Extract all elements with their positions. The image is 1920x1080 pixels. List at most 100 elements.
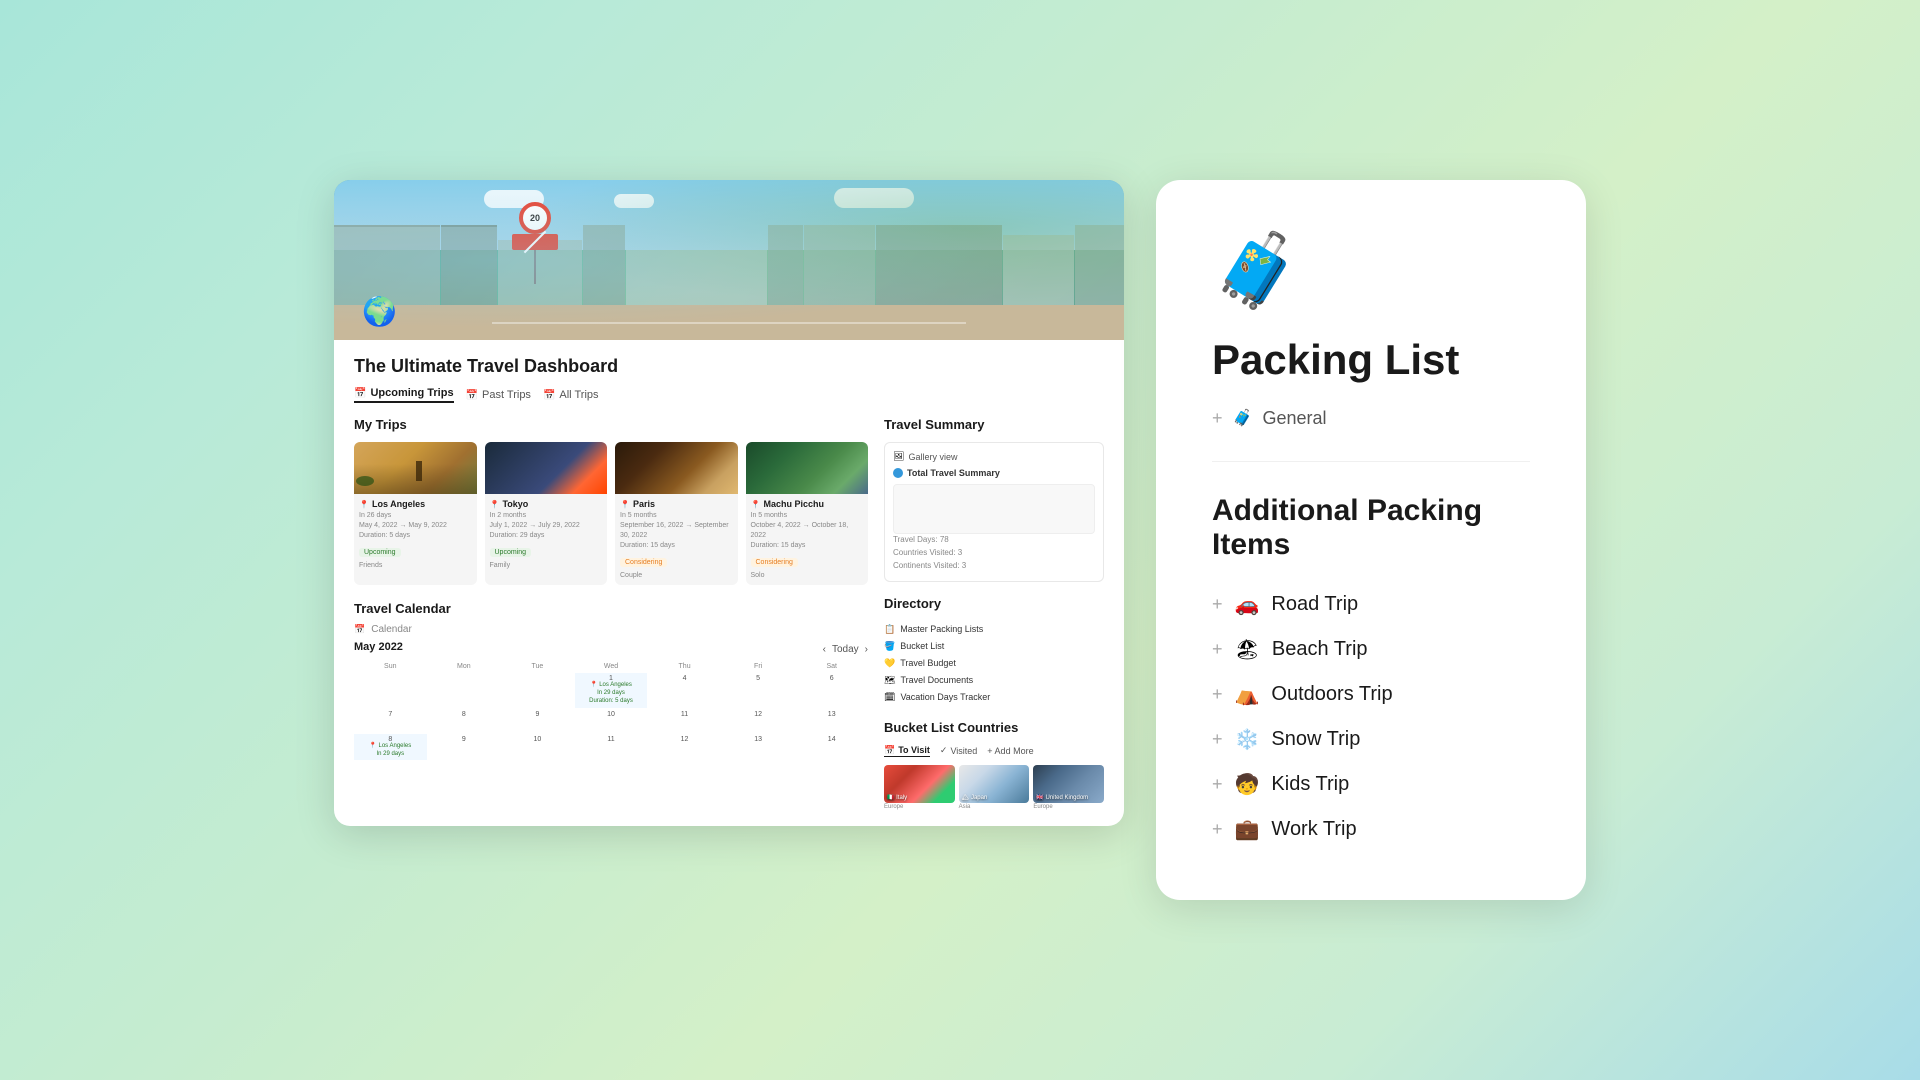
- cal-day-11[interactable]: 11: [648, 709, 721, 733]
- stat-days: Travel Days: 78: [893, 534, 1095, 547]
- la-meta-3: Duration: 5 days: [359, 531, 472, 541]
- cal-day-14[interactable]: 14: [795, 734, 868, 761]
- general-label: General: [1262, 408, 1326, 429]
- machu-companions: Solo: [751, 571, 864, 581]
- cal-today[interactable]: Today: [832, 644, 859, 655]
- packing-item-snow[interactable]: + ❄️ Snow Trip: [1212, 717, 1530, 762]
- hero-overlay: [334, 180, 1124, 340]
- general-plus: +: [1212, 408, 1223, 429]
- tab-upcoming[interactable]: 📅 Upcoming Trips: [354, 387, 454, 403]
- trip-info-la: 📍 Los Angeles In 26 days May 4, 2022 → M…: [354, 494, 477, 575]
- cal-day-8b[interactable]: 8 📍 Los AngelesIn 29 days: [354, 734, 427, 761]
- bucket-tab-visited[interactable]: ✓ Visited: [940, 745, 977, 757]
- left-column: My Trips �: [354, 417, 868, 809]
- budget-icon: 💛: [884, 658, 895, 669]
- dir-item-docs[interactable]: 🗺 Travel Documents: [884, 672, 1104, 689]
- paris-pin: 📍: [620, 500, 630, 509]
- packing-item-beach[interactable]: + 🏖 Beach Trip: [1212, 627, 1530, 672]
- cal-day-5[interactable]: 5: [722, 673, 795, 707]
- trips-tabs[interactable]: 📅 Upcoming Trips 📅 Past Trips 📅 All Trip…: [354, 387, 1104, 403]
- cal-nav[interactable]: ‹ Today ›: [823, 644, 868, 655]
- cal-day-10b[interactable]: 10: [501, 734, 574, 761]
- dir-item-budget[interactable]: 💛 Travel Budget: [884, 655, 1104, 672]
- dir-item-bucket[interactable]: 🪣 Bucket List: [884, 638, 1104, 655]
- to-visit-icon: 📅: [884, 745, 895, 756]
- packing-icon: 📋: [884, 624, 895, 635]
- trip-card-la[interactable]: 📍 Los Angeles In 26 days May 4, 2022 → M…: [354, 442, 477, 585]
- cal-day-empty1: [354, 673, 427, 707]
- paris-name-row: 📍 Paris: [620, 499, 733, 509]
- cal-day-4[interactable]: 4: [648, 673, 721, 707]
- general-item[interactable]: + 🧳 General: [1212, 408, 1530, 462]
- tokyo-name-row: 📍 Tokyo: [490, 499, 603, 509]
- cal-day-6[interactable]: 6: [795, 673, 868, 707]
- kids-label: Kids Trip: [1271, 773, 1349, 796]
- tab-past[interactable]: 📅 Past Trips: [466, 387, 531, 403]
- machu-meta-1: In 5 months: [751, 511, 864, 521]
- trip-card-tokyo[interactable]: 📍 Tokyo In 2 months July 1, 2022 → July …: [485, 442, 608, 585]
- work-label: Work Trip: [1271, 818, 1356, 841]
- cal-day-9[interactable]: 9: [501, 709, 574, 733]
- to-visit-label: To Visit: [898, 745, 930, 755]
- trip-card-paris[interactable]: 📍 Paris In 5 months September 16, 2022 →…: [615, 442, 738, 585]
- packing-item-outdoors[interactable]: + ⛺ Outdoors Trip: [1212, 672, 1530, 717]
- cal-day-8[interactable]: 8: [428, 709, 501, 733]
- summary-stats: Travel Days: 78 Countries Visited: 3 Con…: [893, 534, 1095, 572]
- cal-day-9b[interactable]: 9: [428, 734, 501, 761]
- docs-label: Travel Documents: [900, 675, 973, 685]
- cal-next[interactable]: ›: [865, 644, 868, 655]
- cal-day-11b[interactable]: 11: [575, 734, 648, 761]
- la-meta-1: In 26 days: [359, 511, 472, 521]
- tab-all[interactable]: 📅 All Trips: [543, 387, 599, 403]
- additional-title: Additional Packing Items: [1212, 494, 1530, 562]
- bucket-japan[interactable]: 🏔 Japan Asia: [959, 765, 1030, 810]
- cal-wed: Wed: [575, 661, 648, 672]
- paris-meta-2: September 16, 2022 → September 30, 2022: [620, 521, 733, 541]
- packing-item-work[interactable]: + 💼 Work Trip: [1212, 807, 1530, 852]
- cal-day-1[interactable]: 1 📍 Los AngelesIn 29 daysDuration: 5 day…: [575, 673, 648, 707]
- road-label: Road Trip: [1271, 593, 1358, 616]
- cal-day-empty2: [428, 673, 501, 707]
- paris-meta-3: Duration: 15 days: [620, 541, 733, 551]
- summary-box: 🖼 Gallery view Total Travel Summary Trav…: [884, 442, 1104, 581]
- bucket-tabs[interactable]: 📅 To Visit ✓ Visited + Add More: [884, 745, 1104, 757]
- calendar-grid: Sun Mon Tue Wed Thu Fri Sat: [354, 661, 868, 760]
- bucket-tab-to-visit[interactable]: 📅 To Visit: [884, 745, 930, 757]
- total-row: Total Travel Summary: [893, 468, 1095, 478]
- packing-item-kids[interactable]: + 🧒 Kids Trip: [1212, 762, 1530, 807]
- trip-card-machu[interactable]: 📍 Machu Picchu In 5 months October 4, 20…: [746, 442, 869, 585]
- calendar-header: Travel Calendar: [354, 601, 868, 616]
- tokyo-meta-2: July 1, 2022 → July 29, 2022: [490, 521, 603, 531]
- uk-image: 🇬🇧 United Kingdom: [1033, 765, 1104, 803]
- travel-dashboard-panel: 20 🌍 The Ultimate Travel Dashboard 📅 Upc…: [334, 180, 1124, 825]
- cal-day-10[interactable]: 10: [575, 709, 648, 733]
- kids-emoji: 🧒: [1235, 772, 1260, 797]
- bucket-tab-add[interactable]: + Add More: [987, 745, 1033, 757]
- my-trips-title: My Trips: [354, 417, 868, 432]
- machu-name: Machu Picchu: [763, 499, 824, 509]
- main-layout: My Trips �: [354, 417, 1104, 809]
- right-column: Travel Summary 🖼 Gallery view Total Trav…: [884, 417, 1104, 809]
- dir-item-packing[interactable]: 📋 Master Packing Lists: [884, 621, 1104, 638]
- la-tree-silhouette: [362, 461, 477, 486]
- beach-label: Beach Trip: [1272, 638, 1368, 661]
- cal-event-la2: 📍 Los AngelesIn 29 days: [356, 743, 425, 759]
- tokyo-name: Tokyo: [502, 499, 528, 509]
- cal-prev[interactable]: ‹: [823, 644, 826, 655]
- bucket-uk[interactable]: 🇬🇧 United Kingdom Europe: [1033, 765, 1104, 810]
- cal-day-13b[interactable]: 13: [722, 734, 795, 761]
- directory-section: Directory 📋 Master Packing Lists 🪣 Bucke…: [884, 596, 1104, 706]
- cal-day-7[interactable]: 7: [354, 709, 427, 733]
- cal-day-12[interactable]: 12: [722, 709, 795, 733]
- bucket-italy[interactable]: 🇮🇹 Italy Europe: [884, 765, 955, 810]
- cal-day-12b[interactable]: 12: [648, 734, 721, 761]
- budget-label: Travel Budget: [900, 658, 956, 668]
- snow-plus: +: [1212, 729, 1223, 750]
- trip-image-la: [354, 442, 477, 494]
- packing-item-road[interactable]: + 🚗 Road Trip: [1212, 582, 1530, 627]
- cal-day-13[interactable]: 13: [795, 709, 868, 733]
- la-name-row: 📍 Los Angeles: [359, 499, 472, 509]
- upcoming-icon: 📅: [354, 388, 366, 399]
- outdoors-label: Outdoors Trip: [1271, 683, 1392, 706]
- dir-item-vacation[interactable]: 🗓 Vacation Days Tracker: [884, 689, 1104, 706]
